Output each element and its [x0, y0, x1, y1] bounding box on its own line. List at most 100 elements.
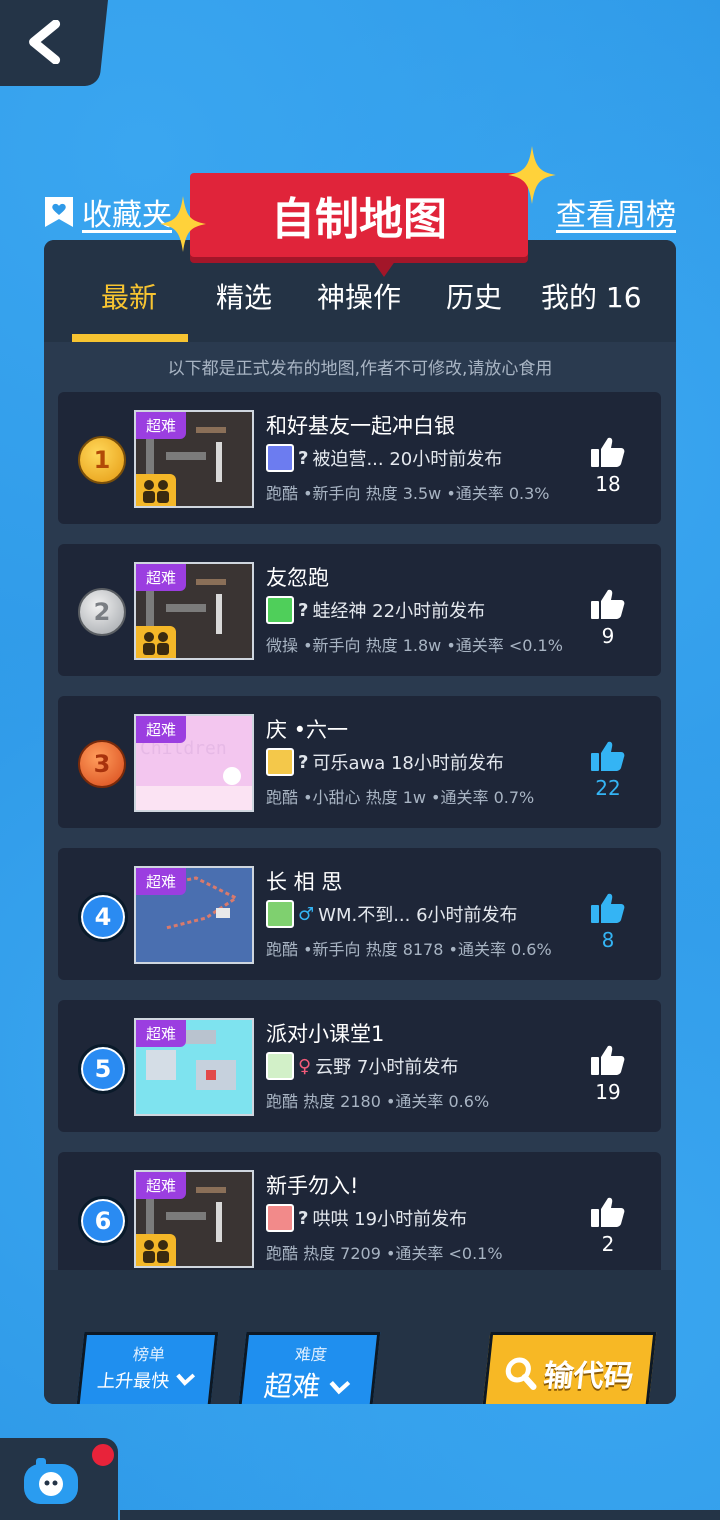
- thumbs-up-icon: [591, 893, 625, 923]
- favorites-link[interactable]: 收藏夹: [42, 190, 172, 234]
- author-row[interactable]: ? 蛙经神 22小时前发布: [266, 596, 485, 624]
- tab-history[interactable]: 历史: [446, 276, 502, 316]
- enter-code-button[interactable]: 输代码: [481, 1332, 657, 1404]
- map-card[interactable]: 3 Children 超难 庆 •六一 ? 可乐awa 18小时前发布 跑酷 •…: [58, 696, 661, 828]
- difficulty-badge: 超难: [136, 716, 187, 743]
- coop-icon: [136, 1234, 176, 1266]
- map-stats: 跑酷 •小甜心 热度 1w •通关率 0.7%: [266, 788, 535, 807]
- tab-latest[interactable]: 最新: [101, 276, 157, 316]
- rank-number: 5: [94, 1055, 112, 1083]
- difficulty-selector[interactable]: 难度 超难: [237, 1332, 381, 1404]
- difficulty-badge: 超难: [136, 412, 187, 439]
- rank-badge: 1: [78, 436, 126, 484]
- map-name: 和好基友一起冲白银: [266, 414, 455, 438]
- like-button[interactable]: 19: [586, 1044, 630, 1104]
- author-text: 蛙经神 22小时前发布: [312, 601, 486, 622]
- map-stats: 跑酷 •新手向 热度 8178 •通关率 0.6%: [266, 940, 552, 959]
- ranking-selector[interactable]: 榜单 上升最快: [75, 1332, 219, 1404]
- tab-mine[interactable]: 我的 16: [541, 276, 642, 316]
- like-button[interactable]: 9: [586, 588, 630, 648]
- weekly-ranking-link[interactable]: 查看周榜: [556, 190, 676, 234]
- gender-icon: ♂: [298, 903, 315, 925]
- chevron-left-icon: [29, 20, 61, 64]
- gender-icon: ?: [298, 599, 309, 621]
- like-button[interactable]: 8: [586, 892, 630, 952]
- map-thumbnail[interactable]: 超难: [134, 1170, 254, 1268]
- map-stats: 跑酷 •新手向 热度 3.5w •通关率 0.3%: [266, 484, 550, 503]
- thumbs-up-icon: [591, 741, 625, 771]
- coop-icon: [136, 626, 176, 658]
- ranking-value: 上升最快: [96, 1371, 171, 1392]
- map-info: 新手勿入! ? 哄哄 19小时前发布 跑酷 热度 7209 •通关率 <0.1%: [266, 1170, 586, 1263]
- rank-badge: 5: [78, 1044, 128, 1094]
- gender-icon: ?: [298, 1207, 309, 1229]
- like-count: 22: [595, 776, 621, 800]
- map-card[interactable]: 1 超难 和好基友一起冲白银 ? 被迫营... 20小时前发布 跑酷 •新手向 …: [58, 392, 661, 524]
- notice-text: 以下都是正式发布的地图,作者不可修改,请放心食用: [167, 359, 553, 379]
- map-thumbnail[interactable]: Children 超难: [134, 714, 254, 812]
- gender-icon: ♀: [298, 1055, 312, 1077]
- ranking-label: 榜单: [131, 1345, 166, 1364]
- chat-robot-icon: [24, 1458, 78, 1504]
- rank-number: 2: [93, 598, 111, 626]
- map-stats: 微操 •新手向 热度 1.8w •通关率 <0.1%: [266, 636, 563, 655]
- thumbs-up-icon: [591, 1197, 625, 1227]
- like-count: 19: [595, 1080, 621, 1104]
- like-button[interactable]: 18: [586, 436, 630, 496]
- gender-icon: ?: [298, 447, 309, 469]
- author-text: 云野 7小时前发布: [315, 1057, 459, 1078]
- difficulty-badge: 超难: [136, 1020, 187, 1047]
- author-avatar[interactable]: [266, 444, 294, 472]
- like-button[interactable]: 22: [586, 740, 630, 800]
- map-info: 派对小课堂1 ♀ 云野 7小时前发布 跑酷 热度 2180 •通关率 0.6%: [266, 1018, 586, 1111]
- difficulty-badge: 超难: [136, 868, 187, 895]
- map-card[interactable]: 4 超难 长 相 思 ♂ WM.不到... 6小时前发布 跑酷 •新手向 热度 …: [58, 848, 661, 980]
- difficulty-badge: 超难: [136, 1172, 187, 1199]
- map-thumbnail[interactable]: 超难: [134, 410, 254, 508]
- map-thumbnail[interactable]: 超难: [134, 562, 254, 660]
- author-text: 可乐awa 18小时前发布: [312, 753, 504, 774]
- back-button[interactable]: [0, 0, 108, 86]
- chevron-down-icon: [176, 1373, 195, 1386]
- rank-badge: 2: [78, 588, 126, 636]
- rank-number: 1: [93, 446, 111, 474]
- thumbs-up-icon: [591, 589, 625, 619]
- rank-number: 3: [93, 750, 111, 778]
- author-row[interactable]: ? 哄哄 19小时前发布: [266, 1204, 467, 1232]
- map-info: 和好基友一起冲白银 ? 被迫营... 20小时前发布 跑酷 •新手向 热度 3.…: [266, 410, 586, 503]
- map-name: 派对小课堂1: [266, 1022, 385, 1046]
- author-text: WM.不到... 6小时前发布: [318, 905, 518, 926]
- map-thumbnail[interactable]: 超难: [134, 1018, 254, 1116]
- map-info: 长 相 思 ♂ WM.不到... 6小时前发布 跑酷 •新手向 热度 8178 …: [266, 866, 586, 959]
- author-row[interactable]: ♀ 云野 7小时前发布: [266, 1052, 458, 1080]
- map-info: 庆 •六一 ? 可乐awa 18小时前发布 跑酷 •小甜心 热度 1w •通关率…: [266, 714, 586, 807]
- author-row[interactable]: ? 被迫营... 20小时前发布: [266, 444, 502, 472]
- map-name: 友忽跑: [266, 566, 329, 590]
- map-thumbnail[interactable]: 超难: [134, 866, 254, 964]
- map-name: 长 相 思: [266, 870, 343, 894]
- like-button[interactable]: 2: [586, 1196, 630, 1256]
- active-tab-indicator: [72, 334, 188, 342]
- map-panel: 最新 精选 神操作 历史 我的 16 以下都是正式发布的地图,作者不可修改,请放…: [44, 240, 676, 1404]
- author-avatar[interactable]: [266, 900, 294, 928]
- map-card[interactable]: 5 超难 派对小课堂1 ♀ 云野 7小时前发布 跑酷 热度 2180 •通关率 …: [58, 1000, 661, 1132]
- tab-skillful[interactable]: 神操作: [317, 276, 401, 316]
- coop-icon: [136, 474, 176, 506]
- page-title: 自制地图: [190, 173, 528, 277]
- author-avatar[interactable]: [266, 748, 294, 776]
- sparkle-icon: [160, 196, 206, 252]
- map-list[interactable]: 1 超难 和好基友一起冲白银 ? 被迫营... 20小时前发布 跑酷 •新手向 …: [58, 392, 662, 1270]
- author-text: 哄哄 19小时前发布: [312, 1209, 468, 1230]
- map-name: 庆 •六一: [266, 718, 349, 742]
- tab-featured[interactable]: 精选: [216, 276, 272, 316]
- author-avatar[interactable]: [266, 596, 294, 624]
- bookmark-heart-icon: [45, 197, 73, 227]
- gender-icon: ?: [298, 751, 309, 773]
- author-avatar[interactable]: [266, 1052, 294, 1080]
- author-row[interactable]: ? 可乐awa 18小时前发布: [266, 748, 504, 776]
- author-row[interactable]: ♂ WM.不到... 6小时前发布: [266, 900, 518, 928]
- map-card[interactable]: 2 超难 友忽跑 ? 蛙经神 22小时前发布 微操 •新手向 热度 1.8w •…: [58, 544, 661, 676]
- map-card[interactable]: 6 超难 新手勿入! ? 哄哄 19小时前发布 跑酷 热度 7209 •通关率 …: [58, 1152, 661, 1270]
- map-stats: 跑酷 热度 7209 •通关率 <0.1%: [266, 1244, 503, 1263]
- author-avatar[interactable]: [266, 1204, 294, 1232]
